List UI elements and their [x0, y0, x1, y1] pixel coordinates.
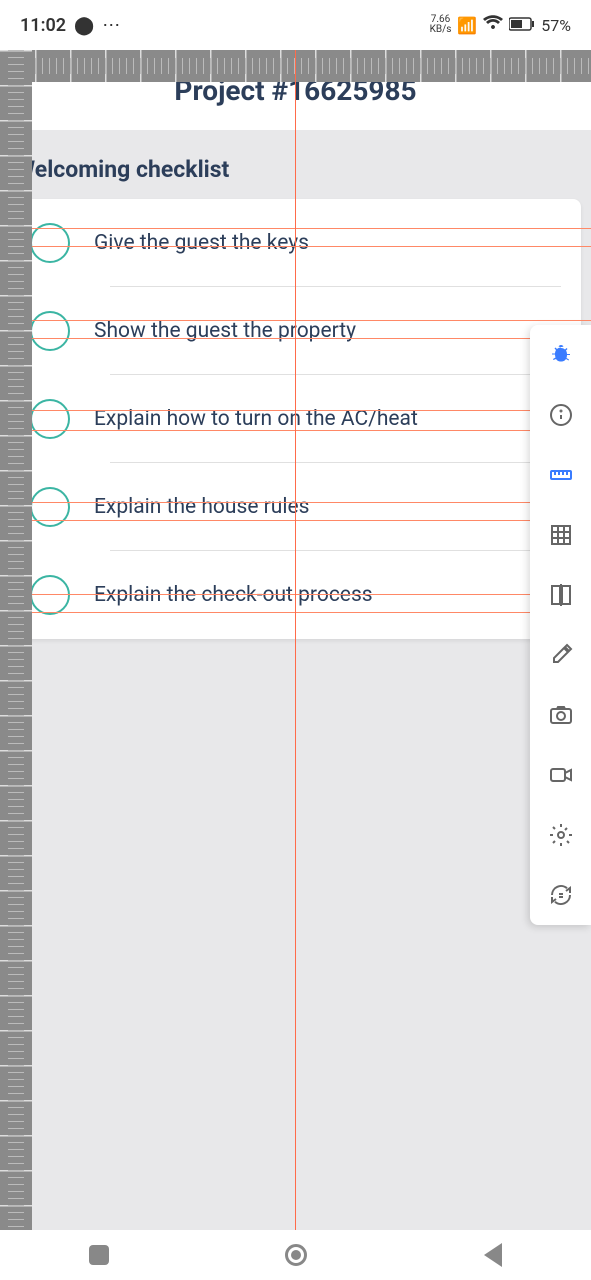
guide-vertical-center[interactable] — [295, 50, 296, 1230]
checklist-item-text: Explain the check-out process — [94, 583, 373, 607]
checklist-item-text: Explain the house rules — [94, 495, 309, 519]
status-icon-circle: ⬤ — [74, 15, 94, 36]
wifi-icon — [483, 15, 503, 35]
eyedropper-icon[interactable] — [530, 625, 591, 685]
back-nav-button[interactable] — [481, 1243, 505, 1267]
checkbox-circle[interactable] — [30, 487, 70, 527]
grid-icon[interactable] — [530, 505, 591, 565]
bug-icon[interactable] — [530, 325, 591, 385]
status-time: 11:02 — [20, 15, 66, 36]
dev-toolbar — [530, 325, 591, 925]
status-right: 7.66 KB/s 📶 57% — [430, 15, 571, 35]
checklist-item-text: Show the guest the property — [94, 319, 356, 343]
checkbox-circle[interactable] — [30, 223, 70, 263]
battery-percentage: 57% — [541, 16, 571, 35]
checkbox-circle[interactable] — [30, 399, 70, 439]
home-button[interactable] — [284, 1243, 308, 1267]
signal-icon: 📶 — [457, 16, 477, 35]
status-bar: 11:02 ⬤ ⋯ 7.66 KB/s 📶 57% — [0, 0, 591, 50]
status-more-icon: ⋯ — [102, 15, 122, 36]
checklist-item-text: Give the guest the keys — [94, 231, 309, 255]
battery-icon — [509, 16, 535, 35]
status-left: 11:02 ⬤ ⋯ — [20, 15, 122, 36]
status-network-speed: 7.66 KB/s — [430, 15, 452, 35]
recents-button[interactable] — [87, 1243, 111, 1267]
checkbox-circle[interactable] — [30, 575, 70, 615]
settings-icon[interactable] — [530, 805, 591, 865]
camera-icon[interactable] — [530, 685, 591, 745]
rotate-icon[interactable] — [530, 865, 591, 925]
info-icon[interactable] — [530, 385, 591, 445]
split-icon[interactable] — [530, 565, 591, 625]
checkbox-circle[interactable] — [30, 311, 70, 351]
video-icon[interactable] — [530, 745, 591, 805]
ruler-vertical[interactable] — [0, 50, 32, 1230]
android-nav-bar — [0, 1230, 591, 1280]
ruler-icon[interactable] — [530, 445, 591, 505]
